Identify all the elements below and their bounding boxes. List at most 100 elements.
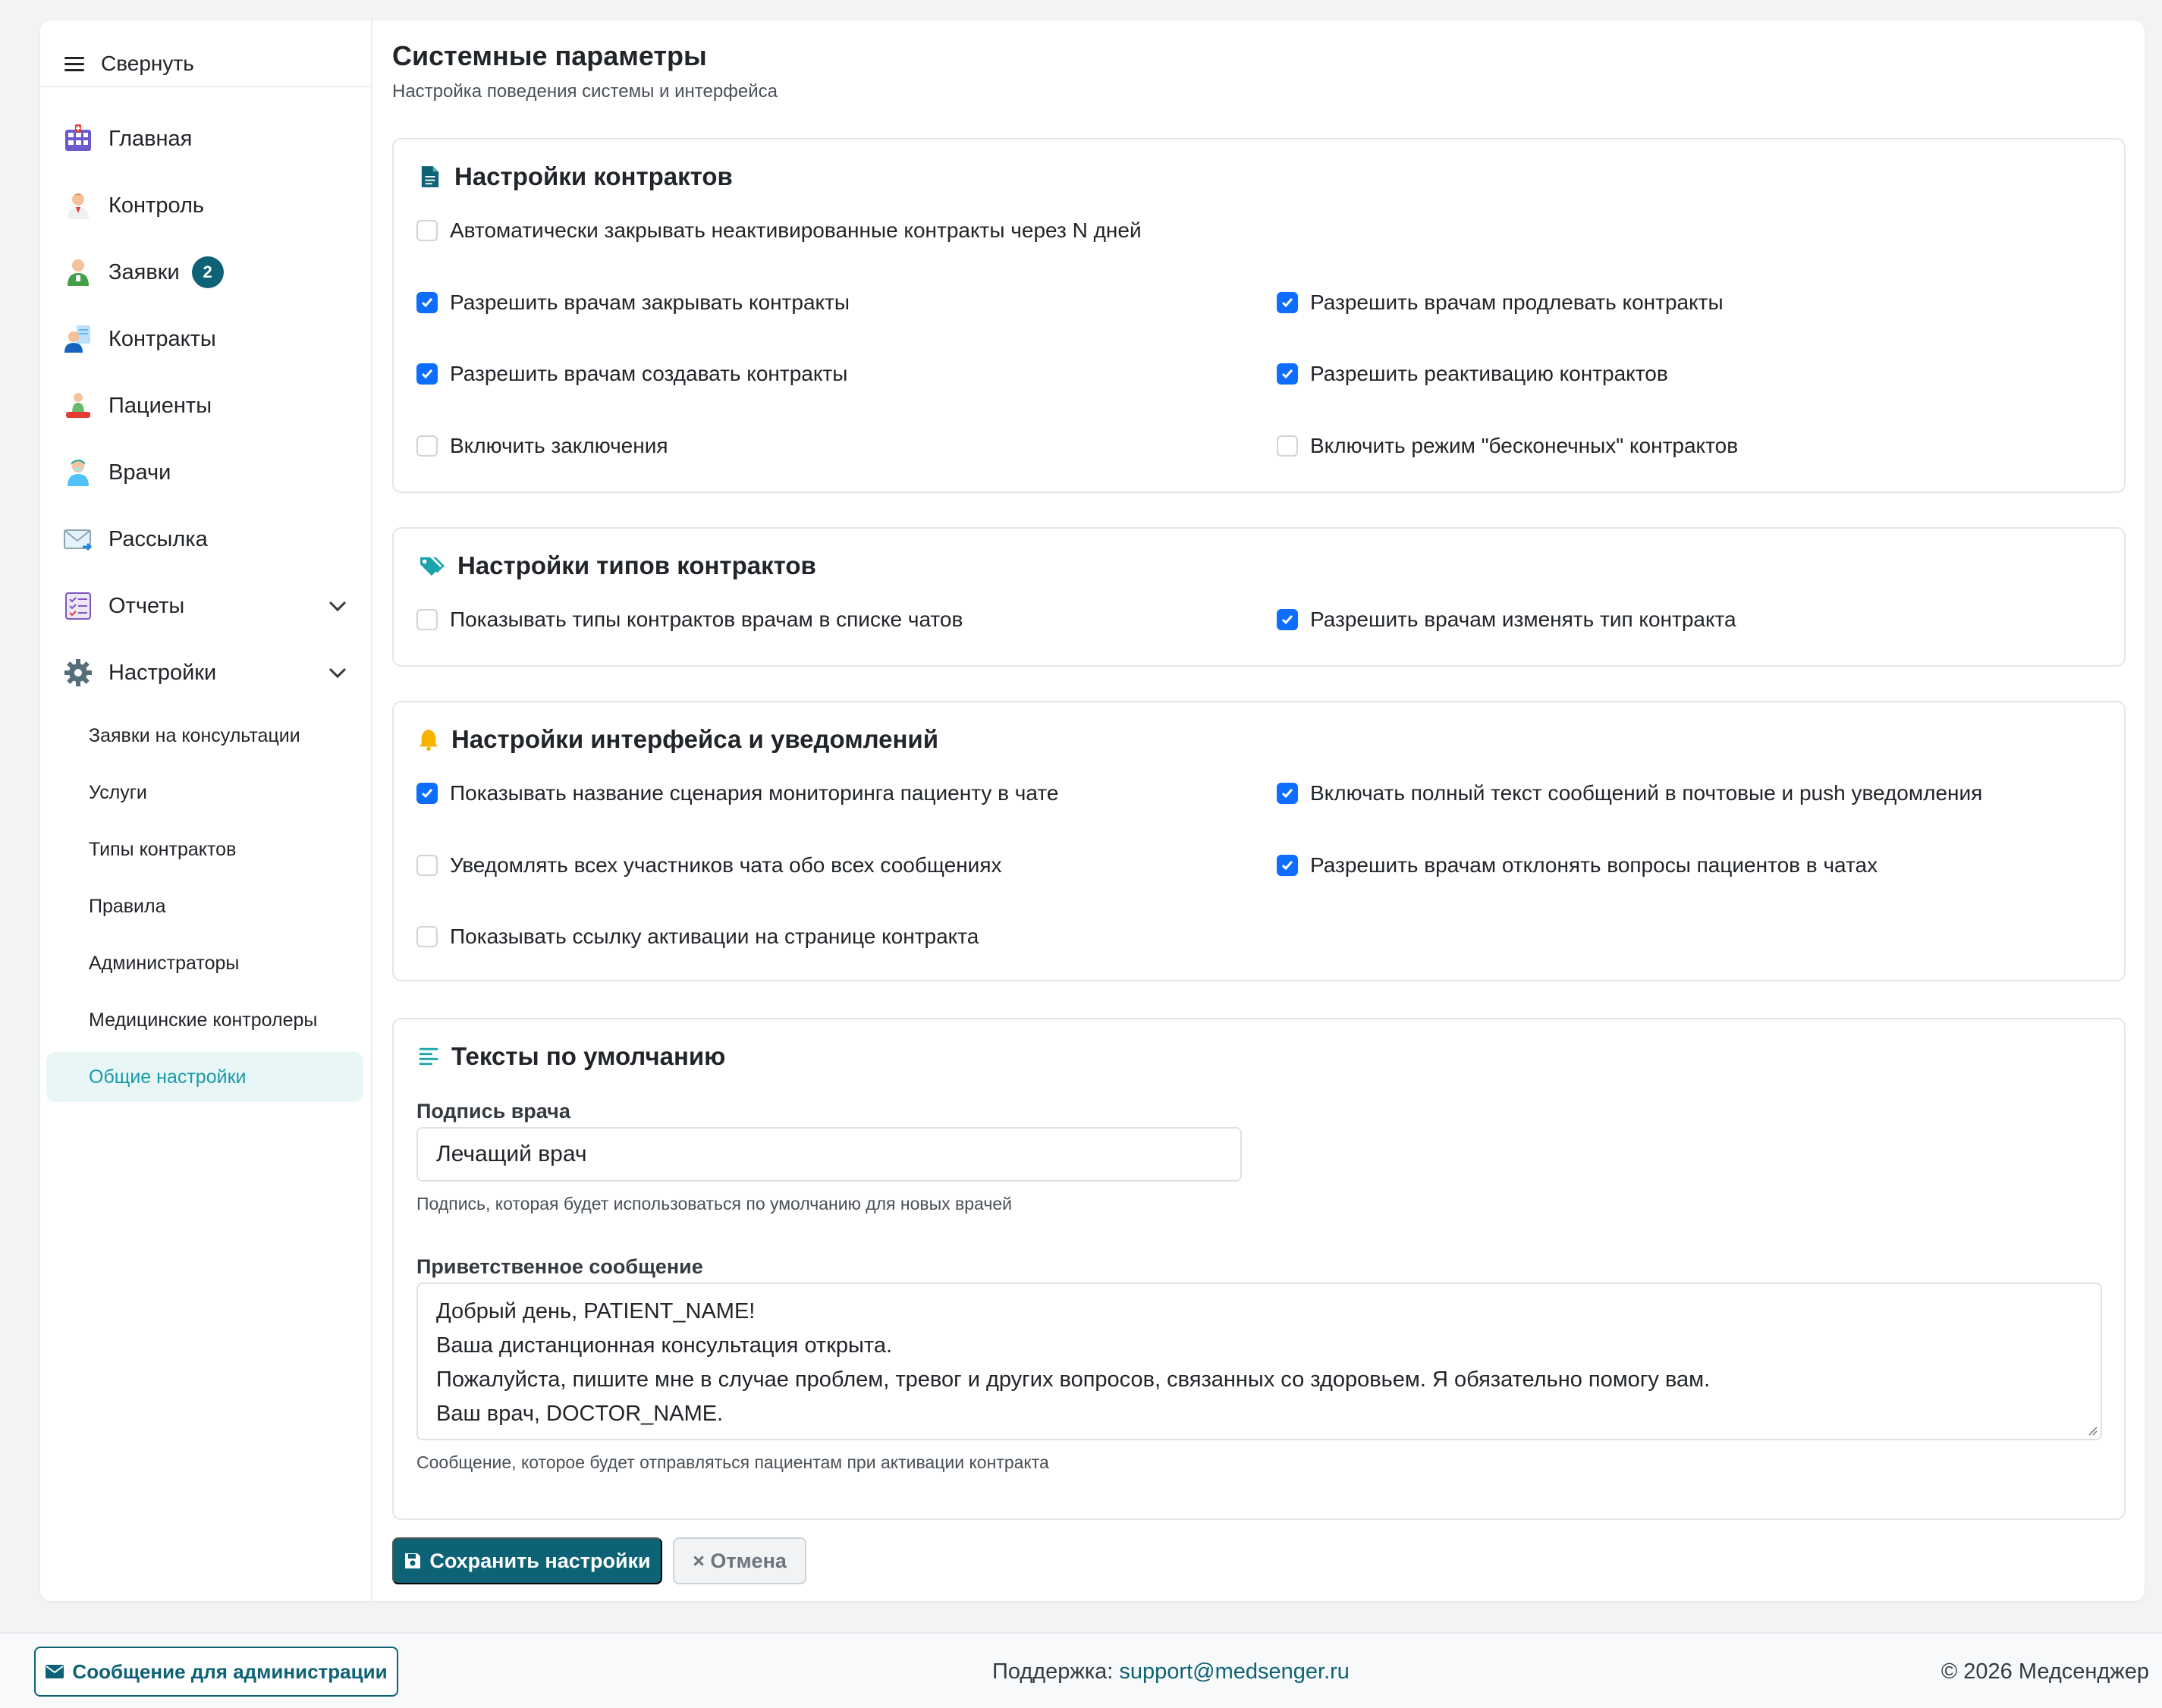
sidebar-item-contracts[interactable]: Контракты [40,306,371,372]
sidebar-item-label: Контроль [108,193,204,218]
page-subtitle: Настройка поведения системы и интерфейса [392,81,778,102]
interface-notifications-card: Настройки интерфейса и уведомлений Показ… [392,701,2126,981]
sidebar-item-settings[interactable]: Настройки [40,639,371,706]
contract-types-settings-card: Настройки типов контрактов Показывать ти… [392,527,2126,667]
checkbox-box[interactable] [1277,783,1298,804]
bell-icon [416,726,441,753]
sidebar-subitem-general-settings[interactable]: Общие настройки [46,1052,363,1102]
sidebar-item-label: Главная [108,126,193,151]
sidebar-subitem-administrators[interactable]: Администраторы [46,938,363,988]
check-icon [1281,789,1293,799]
sidebar-item-label: Настройки [108,660,217,685]
patients-person-icon [63,391,93,421]
auto-close-contracts-checkbox[interactable]: Автоматически закрывать неактивированные… [416,218,1142,243]
sidebar-item-mailing[interactable]: Рассылка [40,506,371,573]
checkbox-box[interactable] [1277,292,1298,313]
card-title: Настройки интерфейса и уведомлений [416,725,938,754]
sidebar-item-requests[interactable]: Заявки 2 [40,239,371,306]
checkbox-box[interactable] [1277,609,1298,630]
copyright: © 2026 Медсенджер [1940,1659,2149,1684]
checkbox-box[interactable] [416,220,438,241]
show-contract-types-checkbox[interactable]: Показывать типы контрактов врачам в спис… [416,608,963,632]
reports-checklist-icon [63,591,93,621]
sidebar-subitem-consultation-requests[interactable]: Заявки на консультации [46,711,363,761]
collapse-sidebar-button[interactable]: Свернуть [40,42,371,87]
sidebar-subitem-rules[interactable]: Правила [46,881,363,931]
support-email-link[interactable]: support@medsenger.ru [1119,1659,1350,1684]
allow-reactivation-checkbox[interactable]: Разрешить реактивацию контрактов [1277,362,1668,386]
requests-count-badge: 2 [191,256,224,288]
contracts-person-icon [63,324,93,354]
checkbox-box[interactable] [1277,363,1298,385]
sidebar-item-reports[interactable]: Отчеты [40,573,371,639]
settings-submenu: Заявки на консультации Услуги Типы контр… [40,711,371,1102]
greeting-line: Пожалуйста, пишите мне в случае проблем,… [436,1367,1711,1392]
hamburger-icon [64,55,84,72]
sidebar-item-control[interactable]: Контроль [40,172,371,239]
checkbox-box[interactable] [1277,435,1298,457]
check-icon [1281,861,1293,871]
main-content: Системные параметры Настройка поведения … [372,20,2145,1601]
checkbox-box[interactable] [416,363,438,385]
sidebar-item-home[interactable]: Главная [40,105,371,172]
checkbox-box[interactable] [416,609,438,630]
page-title: Системные параметры [392,40,707,71]
support-info: Поддержка: support@medsenger.ru [992,1659,1350,1684]
check-icon [421,789,433,799]
collapse-label: Свернуть [101,52,194,75]
resize-grip-icon[interactable] [2087,1425,2098,1436]
sidebar-subitem-medical-controllers[interactable]: Медицинские контролеры [46,995,363,1045]
doctors-person-icon [63,457,93,488]
doctor-signature-input[interactable]: Лечащий врач [416,1127,1242,1182]
check-icon [421,369,433,379]
envelope-icon [46,1665,64,1678]
footer: Сообщение для администрации Поддержка: s… [0,1632,2162,1708]
checkbox-box[interactable] [416,783,438,804]
show-activation-link-checkbox[interactable]: Показывать ссылку активации на странице … [416,925,979,949]
controller-person-icon [63,190,93,221]
check-icon [1281,615,1293,625]
checkbox-box[interactable] [416,435,438,457]
greeting-line: Ваш врач, DOCTOR_NAME. [436,1402,724,1426]
checkbox-box[interactable] [416,292,438,313]
save-settings-button[interactable]: Сохранить настройки [392,1537,662,1584]
chevron-down-icon[interactable] [327,662,348,683]
show-monitoring-scenario-checkbox[interactable]: Показывать название сценария мониторинга… [416,781,1058,805]
allow-doctors-extend-contracts-checkbox[interactable]: Разрешить врачам продлевать контракты [1277,290,1724,315]
greeting-hint: Сообщение, которое будет отправляться па… [416,1452,1049,1472]
gear-icon [63,658,93,688]
cancel-button[interactable]: × Отмена [673,1537,806,1584]
sidebar-item-doctors[interactable]: Врачи [40,439,371,506]
infinite-contracts-checkbox[interactable]: Включить режим "бесконечных" контрактов [1277,434,1738,458]
align-left-icon [416,1043,441,1070]
checkbox-box[interactable] [416,855,438,876]
allow-doctors-create-contracts-checkbox[interactable]: Разрешить врачам создавать контракты [416,362,847,386]
signature-label: Подпись врача [416,1100,570,1122]
allow-decline-questions-checkbox[interactable]: Разрешить врачам отклонять вопросы пацие… [1277,853,1878,878]
card-title: Тексты по умолчанию [416,1042,725,1071]
chevron-down-icon[interactable] [327,595,348,617]
allow-doctors-close-contracts-checkbox[interactable]: Разрешить врачам закрывать контракты [416,290,850,315]
greeting-line: Ваша дистанционная консультация открыта. [436,1333,893,1358]
support-label: Поддержка: [992,1659,1114,1684]
greeting-line: Добрый день, PATIENT_NAME! [436,1299,756,1323]
check-icon [1281,298,1293,308]
requests-person-icon [63,257,93,287]
sidebar-item-label: Рассылка [108,526,208,551]
default-texts-card: Тексты по умолчанию Подпись врача Лечащи… [392,1018,2126,1520]
sidebar-item-label: Врачи [108,460,171,485]
signature-hint: Подпись, которая будет использоваться по… [416,1194,1012,1213]
allow-change-contract-type-checkbox[interactable]: Разрешить врачам изменять тип контракта [1277,608,1736,632]
greeting-message-textarea[interactable]: Добрый день, PATIENT_NAME! Ваша дистанци… [416,1283,2102,1440]
sidebar-subitem-contract-types[interactable]: Типы контрактов [46,824,363,874]
checkbox-box[interactable] [416,926,438,947]
tags-icon [416,552,447,579]
sidebar-item-patients[interactable]: Пациенты [40,372,371,439]
message-to-admin-button[interactable]: Сообщение для администрации [34,1647,398,1697]
enable-conclusions-checkbox[interactable]: Включить заключения [416,434,668,458]
greeting-label: Приветственное сообщение [416,1255,703,1278]
full-text-notifications-checkbox[interactable]: Включать полный текст сообщений в почтов… [1277,781,1982,805]
notify-all-participants-checkbox[interactable]: Уведомлять всех участников чата обо всех… [416,853,1001,878]
checkbox-box[interactable] [1277,855,1298,876]
sidebar-subitem-services[interactable]: Услуги [46,768,363,818]
